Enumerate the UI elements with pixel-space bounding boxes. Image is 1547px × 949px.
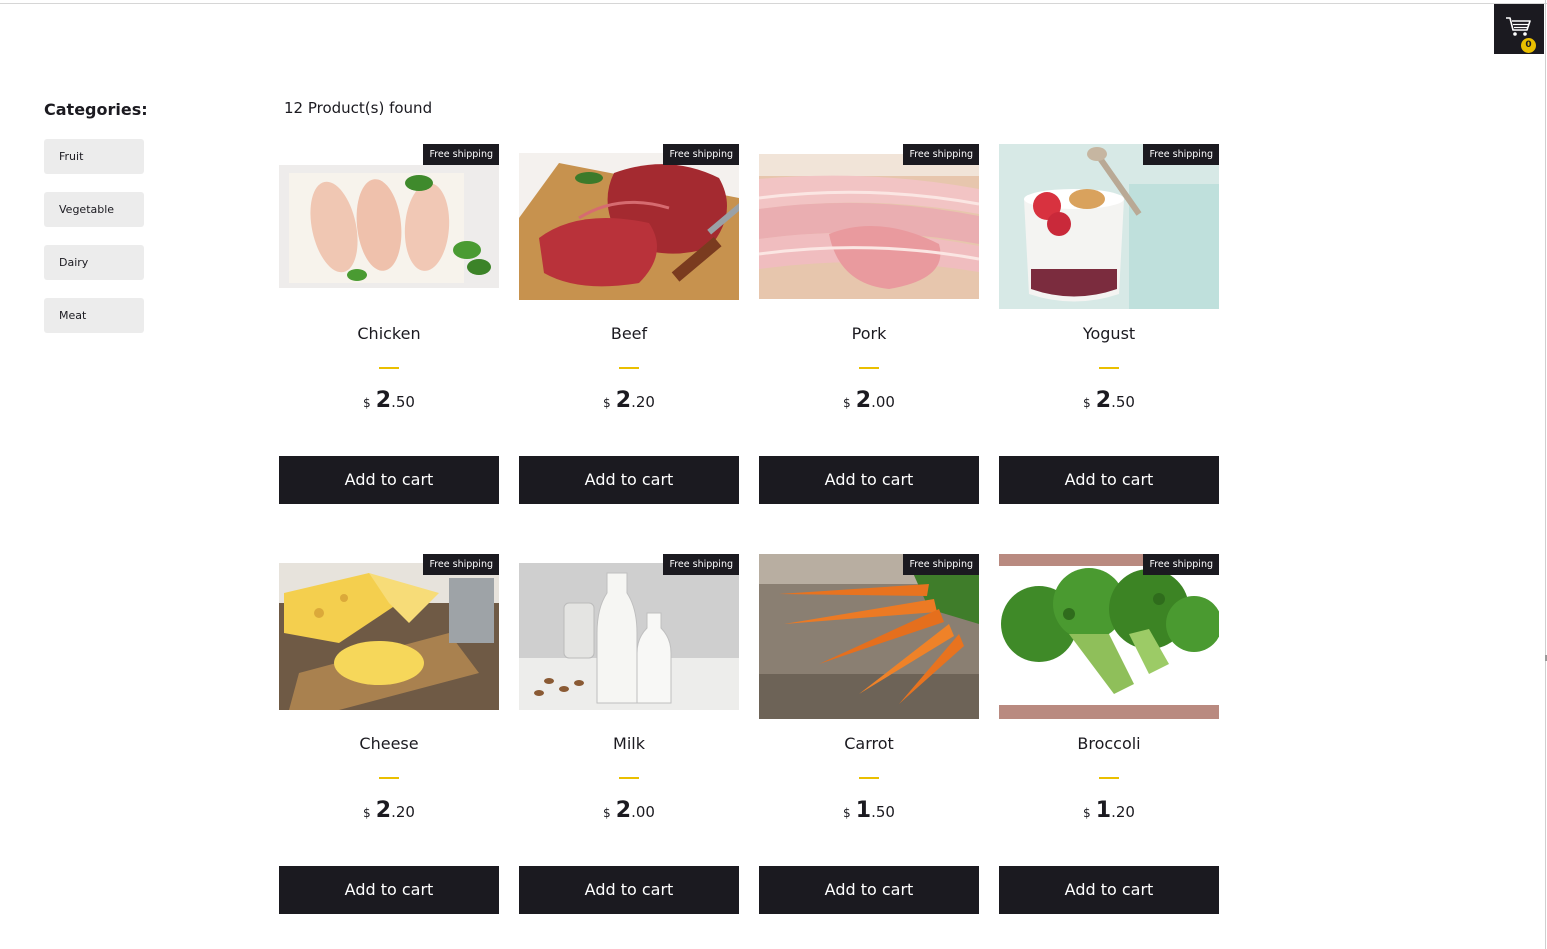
product-price: $ 2.50	[279, 388, 499, 413]
free-shipping-badge: Free shipping	[663, 144, 739, 165]
add-to-cart-button[interactable]: Add to cart	[279, 866, 499, 914]
categories-title: Categories:	[44, 100, 148, 119]
category-vegetable[interactable]: Vegetable	[44, 192, 144, 227]
name-divider	[379, 777, 399, 779]
free-shipping-badge: Free shipping	[1143, 554, 1219, 575]
product-name: Broccoli	[1077, 734, 1141, 753]
price-decimal: .50	[391, 393, 415, 411]
price-decimal: .00	[631, 803, 655, 821]
scrollbar-track[interactable]	[1545, 0, 1546, 949]
name-divider	[619, 367, 639, 369]
top-divider	[0, 3, 1547, 4]
price-currency: $	[1083, 396, 1091, 410]
price-decimal: .20	[1111, 803, 1135, 821]
product-price: $ 2.50	[999, 388, 1219, 413]
price-integer: 1	[855, 798, 872, 823]
product-card: Free shipping Chicken $ 2.50 Add to cart	[279, 144, 499, 504]
price-currency: $	[603, 806, 611, 820]
price-integer: 1	[1095, 798, 1112, 823]
product-card: Free shipping Cheese $ 2.20 Add to cart	[279, 554, 499, 914]
price-integer: 2	[375, 798, 392, 823]
price-currency: $	[363, 806, 371, 820]
price-decimal: .50	[871, 803, 895, 821]
free-shipping-badge: Free shipping	[663, 554, 739, 575]
add-to-cart-button[interactable]: Add to cart	[999, 456, 1219, 504]
name-divider	[859, 777, 879, 779]
product-image-container: Free shipping	[999, 554, 1219, 719]
product-image-chicken[interactable]	[279, 165, 499, 288]
product-card: Free shipping Carrot $ 1.50 Add to cart	[759, 554, 979, 914]
product-image-milk[interactable]	[519, 563, 739, 710]
product-price: $ 2.00	[519, 798, 739, 823]
price-integer: 2	[855, 388, 872, 413]
product-price: $ 2.00	[759, 388, 979, 413]
price-currency: $	[1083, 806, 1091, 820]
product-card: Free shipping Yogust $ 2.50 Add to cart	[999, 144, 1219, 504]
add-to-cart-button[interactable]: Add to cart	[759, 866, 979, 914]
product-image-broccoli[interactable]	[999, 554, 1219, 719]
product-card: Free shipping Pork $ 2.00 Add to cart	[759, 144, 979, 504]
price-decimal: .20	[631, 393, 655, 411]
product-name: Pork	[851, 324, 887, 343]
product-image-yogust[interactable]	[999, 144, 1219, 309]
price-decimal: .50	[1111, 393, 1135, 411]
product-name: Carrot	[844, 734, 894, 753]
product-price: $ 2.20	[519, 388, 739, 413]
product-image-container: Free shipping	[759, 144, 979, 309]
product-image-container: Free shipping	[999, 144, 1219, 309]
name-divider	[619, 777, 639, 779]
category-fruit[interactable]: Fruit	[44, 139, 144, 174]
free-shipping-badge: Free shipping	[423, 554, 499, 575]
free-shipping-badge: Free shipping	[903, 144, 979, 165]
product-image-container: Free shipping	[519, 144, 739, 309]
add-to-cart-button[interactable]: Add to cart	[519, 456, 739, 504]
price-integer: 2	[1095, 388, 1112, 413]
price-decimal: .00	[871, 393, 895, 411]
free-shipping-badge: Free shipping	[1143, 144, 1219, 165]
price-currency: $	[363, 396, 371, 410]
price-currency: $	[603, 396, 611, 410]
product-image-beef[interactable]	[519, 153, 739, 300]
product-card: Free shipping Beef $ 2.20 Add to cart	[519, 144, 739, 504]
cart-button[interactable]: 0	[1494, 4, 1544, 54]
product-image-carrot[interactable]	[759, 554, 979, 719]
product-image-pork[interactable]	[759, 154, 979, 299]
cart-icon	[1506, 17, 1531, 36]
product-name: Beef	[610, 324, 648, 343]
product-name: Chicken	[357, 324, 421, 343]
product-image-container: Free shipping	[279, 554, 499, 719]
name-divider	[1099, 777, 1119, 779]
name-divider	[859, 367, 879, 369]
price-decimal: .20	[391, 803, 415, 821]
product-image-container: Free shipping	[519, 554, 739, 719]
add-to-cart-button[interactable]: Add to cart	[759, 456, 979, 504]
product-name: Milk	[613, 734, 645, 753]
add-to-cart-button[interactable]: Add to cart	[999, 866, 1219, 914]
price-currency: $	[843, 396, 851, 410]
product-card: Free shipping Broccoli $ 1.20 Add to car…	[999, 554, 1219, 914]
product-image-container: Free shipping	[279, 144, 499, 309]
product-name: Cheese	[359, 734, 419, 753]
product-image-container: Free shipping	[759, 554, 979, 719]
name-divider	[1099, 367, 1119, 369]
name-divider	[379, 367, 399, 369]
product-price: $ 1.20	[999, 798, 1219, 823]
product-image-cheese[interactable]	[279, 563, 499, 710]
free-shipping-badge: Free shipping	[903, 554, 979, 575]
product-price: $ 2.20	[279, 798, 499, 823]
free-shipping-badge: Free shipping	[423, 144, 499, 165]
category-meat[interactable]: Meat	[44, 298, 144, 333]
price-integer: 2	[615, 798, 632, 823]
category-dairy[interactable]: Dairy	[44, 245, 144, 280]
price-currency: $	[843, 806, 851, 820]
cart-count-badge: 0	[1521, 38, 1536, 53]
product-card: Free shipping Milk $ 2.00 Add to cart	[519, 554, 739, 914]
product-price: $ 1.50	[759, 798, 979, 823]
product-name: Yogust	[1082, 324, 1136, 343]
add-to-cart-button[interactable]: Add to cart	[519, 866, 739, 914]
price-integer: 2	[615, 388, 632, 413]
products-found-count: 12 Product(s) found	[284, 99, 433, 117]
price-integer: 2	[375, 388, 392, 413]
add-to-cart-button[interactable]: Add to cart	[279, 456, 499, 504]
